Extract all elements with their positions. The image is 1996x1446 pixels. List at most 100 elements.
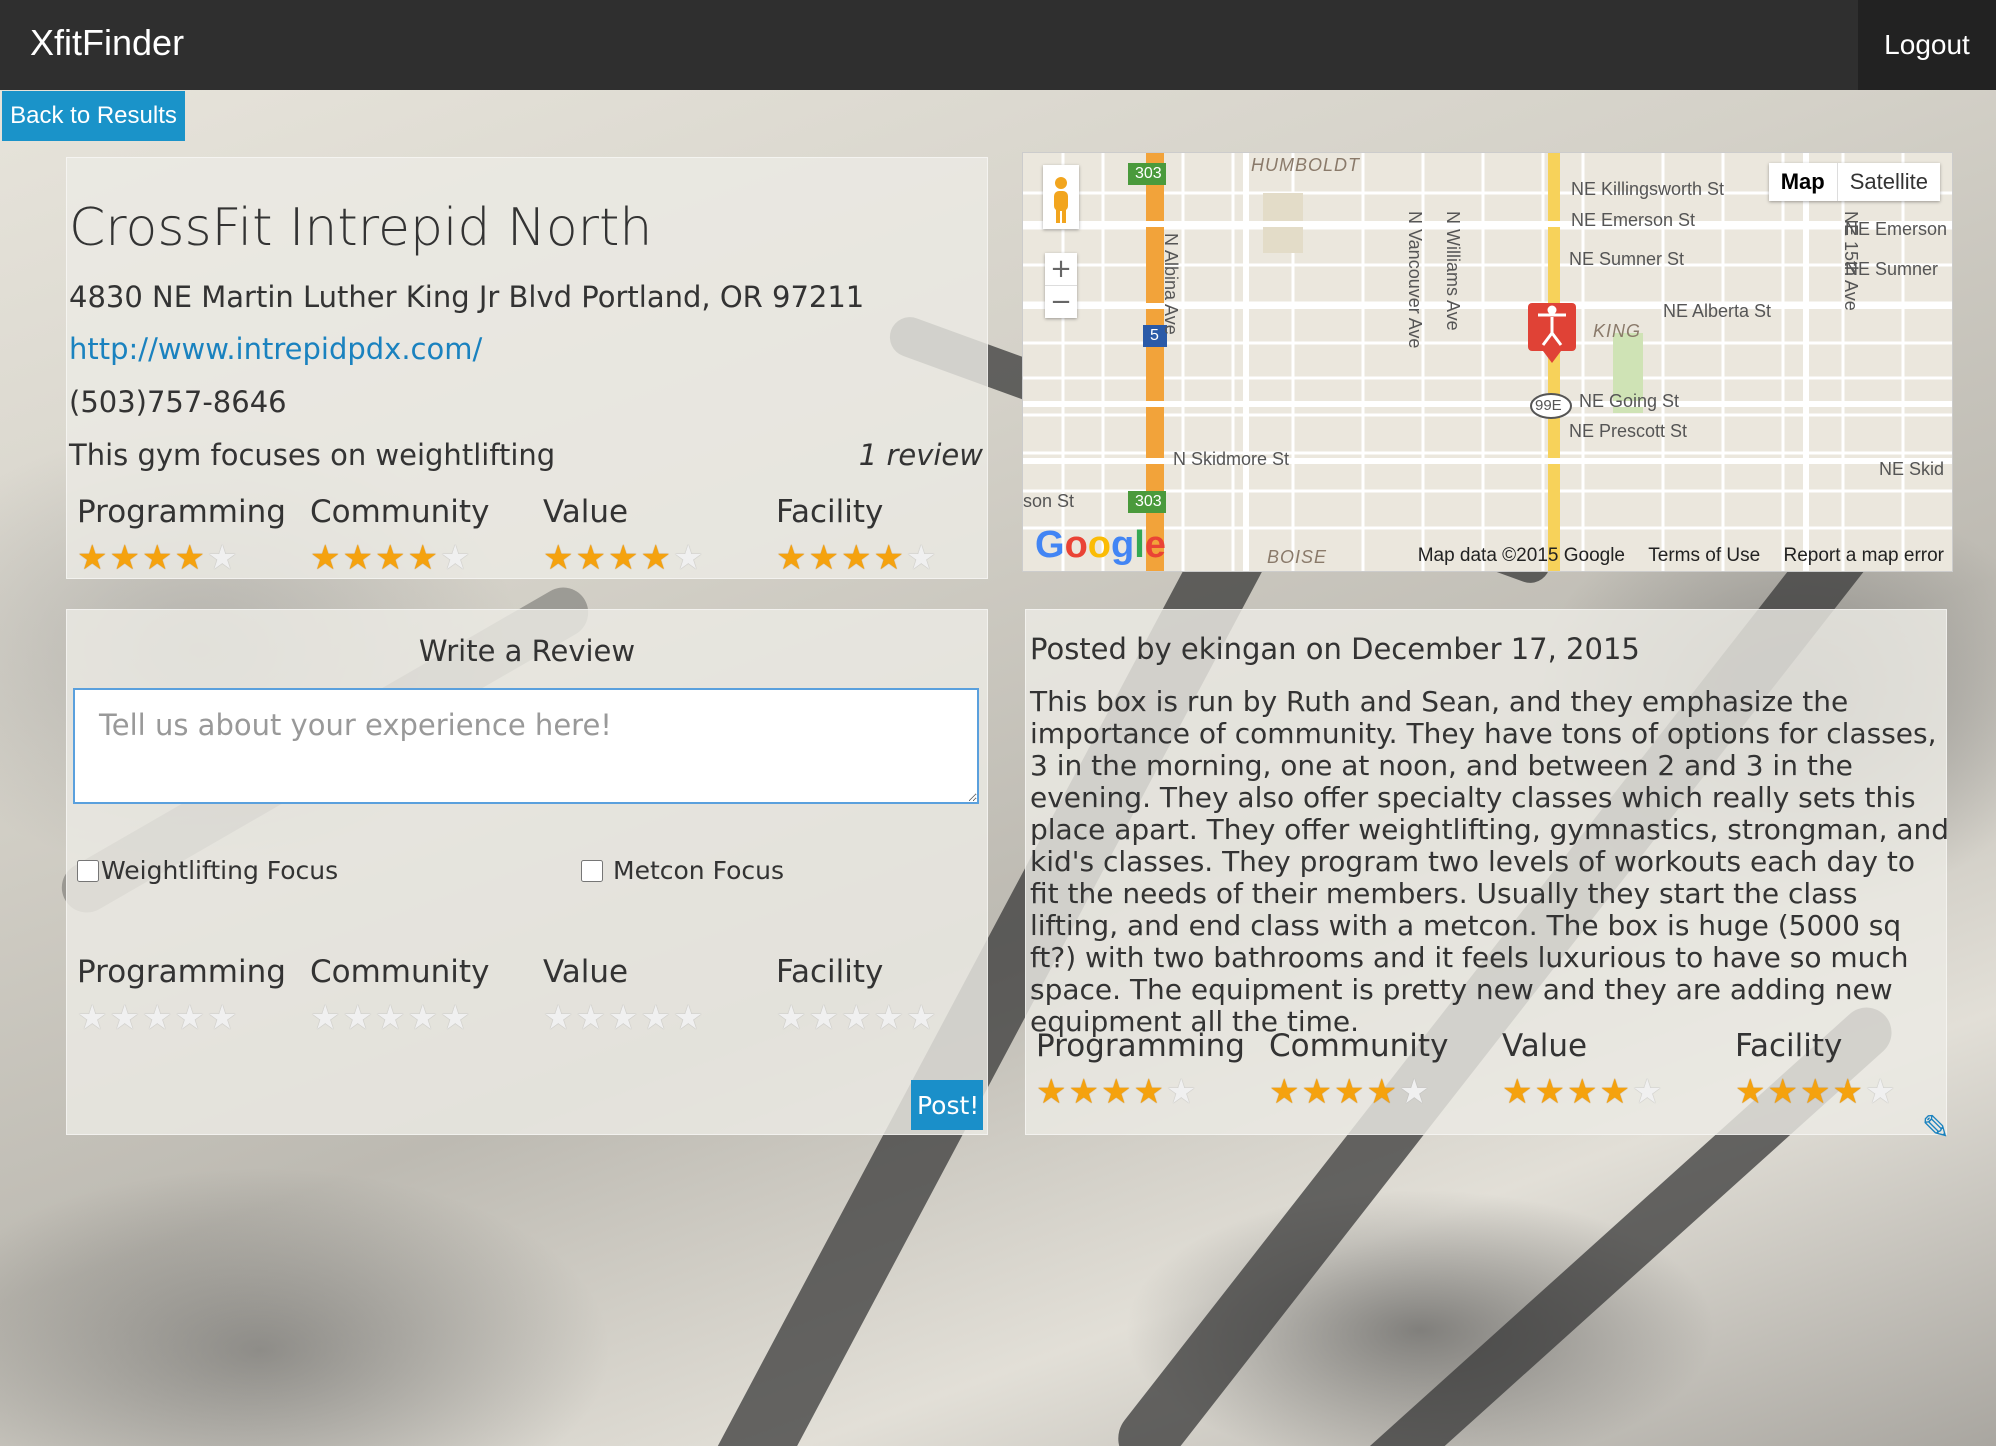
review-body: This box is run by Ruth and Sean, and th…	[1030, 685, 1950, 1038]
star-icon: ★	[77, 538, 110, 578]
star-icon: ★	[543, 538, 576, 578]
gym-location-map[interactable]: 303 303 5 99E HUMBOLDT NE Killingsworth …	[1022, 152, 1953, 572]
star-rating[interactable]: ★★★★★	[543, 998, 773, 1038]
star-icon[interactable]: ★	[906, 998, 938, 1038]
rating-programming: Programming ★★★★★	[77, 494, 307, 578]
star-icon[interactable]: ★	[841, 998, 873, 1038]
star-icon: ★	[1165, 1072, 1199, 1112]
back-to-results-button[interactable]: Back to Results	[2, 91, 185, 141]
rating-label: Facility	[1735, 1028, 1843, 1064]
star-icon: ★	[607, 538, 641, 578]
star-icon[interactable]: ★	[440, 998, 472, 1038]
star-icon: ★	[1366, 1072, 1399, 1112]
star-icon[interactable]: ★	[342, 998, 374, 1038]
star-rating: ★★★★★	[1502, 1072, 1732, 1112]
map-footer: Map data ©2015 Google Terms of Use Repor…	[1400, 545, 1944, 567]
star-rating[interactable]: ★★★★★	[776, 998, 1006, 1038]
weightlifting-focus-input[interactable]	[77, 859, 99, 882]
logout-button[interactable]: Logout	[1858, 0, 1996, 90]
star-icon[interactable]: ★	[640, 998, 672, 1038]
star-icon: ★	[1832, 1072, 1865, 1112]
star-icon[interactable]: ★	[407, 998, 439, 1038]
star-icon[interactable]: ★	[310, 998, 342, 1038]
star-icon: ★	[174, 538, 207, 578]
star-icon[interactable]: ★	[142, 998, 174, 1038]
star-icon: ★	[109, 538, 142, 578]
star-icon[interactable]: ★	[808, 998, 840, 1038]
star-rating: ★★★★★	[776, 538, 1006, 578]
star-icon[interactable]: ★	[673, 998, 705, 1038]
star-icon[interactable]: ★	[207, 998, 239, 1038]
star-icon: ★	[1068, 1072, 1101, 1112]
star-icon: ★	[1269, 1072, 1302, 1112]
star-icon[interactable]: ★	[77, 998, 109, 1038]
gym-website-link[interactable]: http://www.intrepidpdx.com/	[69, 332, 482, 366]
review-panel: Posted by ekingan on December 17, 2015 T…	[1025, 609, 1950, 1148]
star-icon: ★	[439, 538, 473, 578]
rating-label: Value	[1502, 1028, 1588, 1064]
star-icon: ★	[1133, 1072, 1166, 1112]
post-review-button[interactable]: Post!	[911, 1080, 983, 1130]
star-icon: ★	[776, 538, 809, 578]
review-count: 1 review	[858, 438, 983, 472]
rating-label: Programming	[77, 494, 286, 530]
star-rating: ★★★★★	[543, 538, 773, 578]
star-icon[interactable]: ★	[174, 998, 206, 1038]
star-icon: ★	[808, 538, 841, 578]
rating-programming: Programming ★★★★★	[1036, 1028, 1266, 1112]
gym-name: CrossFit Intrepid North	[69, 198, 653, 258]
star-icon: ★	[1333, 1072, 1367, 1112]
star-rating: ★★★★★	[77, 538, 307, 578]
rating-label: Value	[543, 494, 629, 530]
rating-community: Community ★★★★★	[310, 954, 540, 1038]
map-report-error-link[interactable]: Report a map error	[1783, 545, 1944, 566]
star-icon[interactable]: ★	[109, 998, 141, 1038]
star-icon[interactable]: ★	[375, 998, 407, 1038]
star-rating: ★★★★★	[1269, 1072, 1499, 1112]
star-icon: ★	[1301, 1072, 1334, 1112]
star-icon: ★	[310, 538, 343, 578]
star-icon[interactable]: ★	[873, 998, 905, 1038]
zoom-out-button[interactable]: −	[1045, 285, 1077, 318]
metcon-focus-input[interactable]	[581, 859, 603, 882]
rating-label: Community	[310, 494, 490, 530]
map-terms-link[interactable]: Terms of Use	[1648, 545, 1760, 566]
star-icon: ★	[1100, 1072, 1134, 1112]
star-rating[interactable]: ★★★★★	[77, 998, 307, 1038]
weightlifting-focus-checkbox[interactable]: Weightlifting Focus	[77, 856, 338, 885]
star-rating[interactable]: ★★★★★	[310, 998, 540, 1038]
gym-focus: This gym focuses on weightlifting	[69, 438, 556, 472]
write-review-title: Write a Review	[418, 634, 636, 668]
google-logo: Google	[1035, 524, 1166, 566]
star-icon: ★	[1631, 1072, 1665, 1112]
star-icon: ★	[840, 538, 874, 578]
star-rating: ★★★★★	[1036, 1072, 1266, 1112]
star-icon: ★	[640, 538, 673, 578]
star-icon[interactable]: ★	[608, 998, 640, 1038]
street-view-pegman-icon[interactable]	[1043, 165, 1079, 229]
star-icon: ★	[1036, 1072, 1069, 1112]
star-icon: ★	[374, 538, 408, 578]
star-icon: ★	[873, 538, 906, 578]
rating-facility: Facility ★★★★★	[1735, 1028, 1965, 1112]
map-type-map-button[interactable]: Map	[1769, 163, 1838, 201]
gym-phone: (503)757-8646	[69, 385, 287, 419]
rating-facility: Facility ★★★★★	[776, 954, 1006, 1038]
star-icon[interactable]: ★	[776, 998, 808, 1038]
map-type-satellite-button[interactable]: Satellite	[1838, 163, 1940, 201]
star-icon: ★	[206, 538, 240, 578]
metcon-focus-checkbox[interactable]: Metcon Focus	[581, 856, 784, 885]
star-icon: ★	[905, 538, 939, 578]
brand-logo[interactable]: XfitFinder	[30, 22, 184, 64]
review-textarea[interactable]	[73, 688, 979, 804]
star-icon: ★	[1566, 1072, 1600, 1112]
rating-label: Community	[310, 954, 490, 990]
star-icon[interactable]: ★	[543, 998, 575, 1038]
star-icon: ★	[1534, 1072, 1567, 1112]
zoom-in-button[interactable]: +	[1045, 253, 1077, 285]
star-icon[interactable]: ★	[575, 998, 607, 1038]
rating-community: Community ★★★★★	[1269, 1028, 1499, 1112]
rating-label: Programming	[1036, 1028, 1245, 1064]
star-icon: ★	[1398, 1072, 1432, 1112]
edit-pencil-icon[interactable]: ✎	[1922, 1108, 1951, 1148]
